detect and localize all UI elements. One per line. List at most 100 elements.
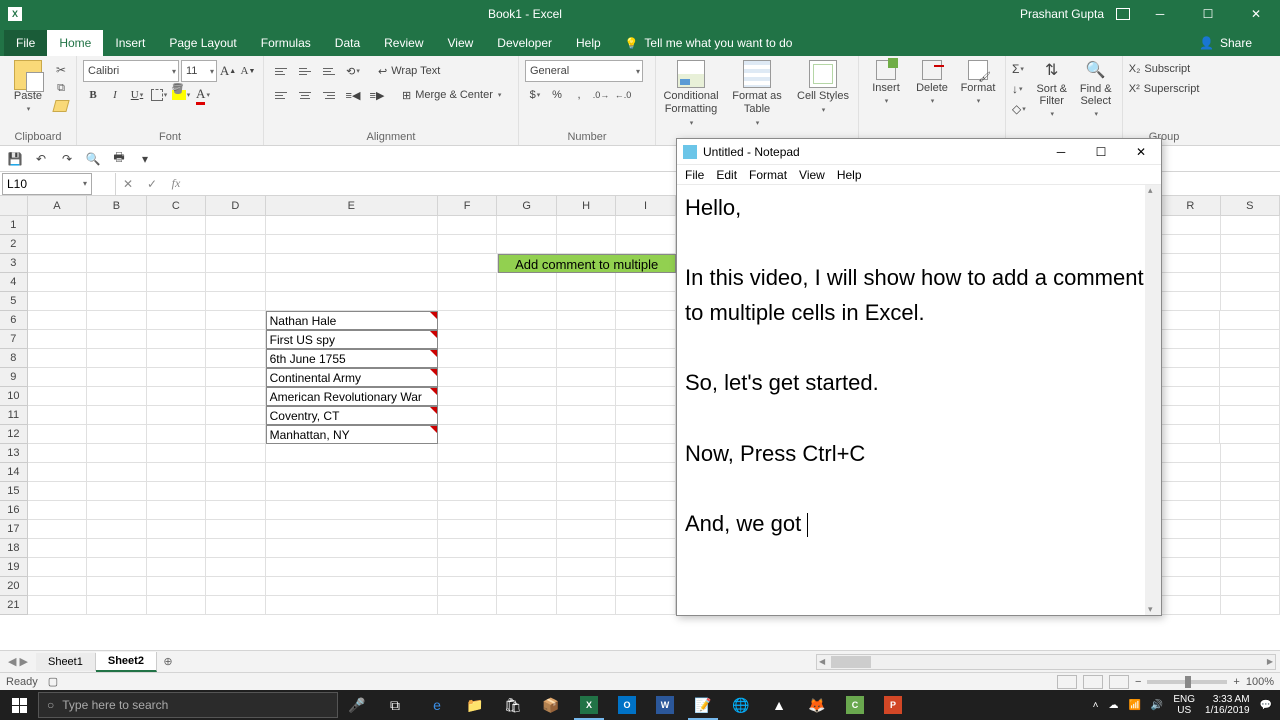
col-head-i[interactable]: I <box>616 196 675 215</box>
cell[interactable] <box>497 425 556 444</box>
cell[interactable] <box>497 349 556 368</box>
banner-cell[interactable]: Add comment to multiple <box>498 254 676 273</box>
row-head[interactable]: 17 <box>0 520 28 539</box>
cell[interactable] <box>616 444 675 463</box>
start-button[interactable] <box>0 690 38 720</box>
increase-font-button[interactable]: A▲ <box>219 60 237 82</box>
row-head[interactable]: 8 <box>0 349 28 368</box>
cell[interactable] <box>438 596 497 615</box>
cell[interactable] <box>28 406 87 425</box>
close-button[interactable]: ✕ <box>1238 0 1274 28</box>
cell[interactable] <box>557 558 616 577</box>
cell[interactable] <box>438 311 497 330</box>
conditional-formatting-button[interactable]: Conditional Formatting <box>662 60 720 130</box>
cell[interactable] <box>266 254 438 273</box>
italic-button[interactable]: I <box>105 84 125 106</box>
cell[interactable] <box>616 235 675 254</box>
cell[interactable] <box>438 330 497 349</box>
cell[interactable] <box>206 444 265 463</box>
cell[interactable] <box>87 311 146 330</box>
taskbar-file-explorer[interactable]: 📁 <box>456 690 494 720</box>
cell[interactable] <box>87 501 146 520</box>
cell[interactable] <box>28 387 87 406</box>
cell[interactable] <box>87 482 146 501</box>
cell[interactable] <box>147 501 206 520</box>
cell[interactable] <box>557 444 616 463</box>
notepad-maximize-button[interactable]: ☐ <box>1081 139 1121 165</box>
cell[interactable] <box>616 368 675 387</box>
cell[interactable] <box>497 539 556 558</box>
notepad-minimize-button[interactable]: ─ <box>1041 139 1081 165</box>
wrap-text-button[interactable]: ↩Wrap Text <box>374 60 444 82</box>
cell[interactable] <box>1161 216 1220 235</box>
cell[interactable] <box>206 273 265 292</box>
row-head[interactable]: 4 <box>0 273 28 292</box>
cell[interactable] <box>147 349 206 368</box>
cell[interactable] <box>497 368 556 387</box>
cell[interactable] <box>28 216 87 235</box>
cell[interactable] <box>266 235 438 254</box>
cell[interactable] <box>87 216 146 235</box>
cell[interactable] <box>557 368 616 387</box>
bold-button[interactable]: B <box>83 84 103 106</box>
redo-button[interactable]: ↷ <box>58 150 76 168</box>
cell[interactable] <box>87 425 146 444</box>
cell[interactable] <box>438 577 497 596</box>
cell[interactable] <box>1220 349 1279 368</box>
cell[interactable] <box>147 330 206 349</box>
cell[interactable] <box>438 501 497 520</box>
cell[interactable] <box>1221 558 1280 577</box>
cell[interactable] <box>557 273 616 292</box>
row-head[interactable]: 11 <box>0 406 28 425</box>
tab-developer[interactable]: Developer <box>485 30 564 56</box>
format-painter-button[interactable] <box>52 98 70 114</box>
cell[interactable] <box>1161 444 1220 463</box>
cell[interactable] <box>497 482 556 501</box>
cell[interactable] <box>557 216 616 235</box>
cell[interactable] <box>266 539 438 558</box>
cell[interactable] <box>1221 482 1280 501</box>
cell[interactable] <box>206 558 265 577</box>
cell[interactable] <box>1221 539 1280 558</box>
cell[interactable] <box>616 216 675 235</box>
cell[interactable] <box>147 444 206 463</box>
col-head-h[interactable]: H <box>557 196 616 215</box>
cell[interactable] <box>557 577 616 596</box>
align-top-button[interactable] <box>270 60 292 82</box>
cell[interactable] <box>206 577 265 596</box>
col-head-d[interactable]: D <box>206 196 265 215</box>
cell[interactable] <box>28 349 87 368</box>
cell[interactable] <box>557 292 616 311</box>
cell[interactable] <box>1221 216 1280 235</box>
cell[interactable] <box>147 387 206 406</box>
cell[interactable] <box>1221 501 1280 520</box>
cell[interactable] <box>557 596 616 615</box>
cell[interactable] <box>206 596 265 615</box>
col-head-a[interactable]: A <box>28 196 87 215</box>
share-button[interactable]: 👤 Share <box>1187 30 1264 56</box>
cell[interactable] <box>28 596 87 615</box>
cell[interactable] <box>557 539 616 558</box>
cell[interactable] <box>497 235 556 254</box>
cell[interactable] <box>1161 463 1220 482</box>
cell[interactable] <box>438 292 497 311</box>
font-size-combo[interactable]: 11▾ <box>181 60 217 82</box>
cell[interactable] <box>87 406 146 425</box>
merge-center-button[interactable]: ⊞Merge & Center <box>398 84 505 106</box>
cell[interactable] <box>497 292 556 311</box>
data-cell[interactable]: First US spy <box>266 330 438 349</box>
tray-language[interactable]: ENGUS <box>1173 694 1195 716</box>
cell[interactable] <box>616 292 675 311</box>
orientation-button[interactable]: ⟲ <box>342 60 364 82</box>
cell[interactable] <box>147 482 206 501</box>
increase-decimal-button[interactable]: .0→ <box>591 84 611 106</box>
cell[interactable] <box>266 463 438 482</box>
cell[interactable] <box>147 311 206 330</box>
cell[interactable] <box>266 482 438 501</box>
cell[interactable] <box>557 482 616 501</box>
taskbar-firefox[interactable]: 🦊 <box>798 690 836 720</box>
format-as-table-button[interactable]: Format as Table <box>728 60 786 130</box>
cell[interactable] <box>438 387 497 406</box>
decrease-font-button[interactable]: A▼ <box>239 60 257 82</box>
cell[interactable] <box>87 292 146 311</box>
